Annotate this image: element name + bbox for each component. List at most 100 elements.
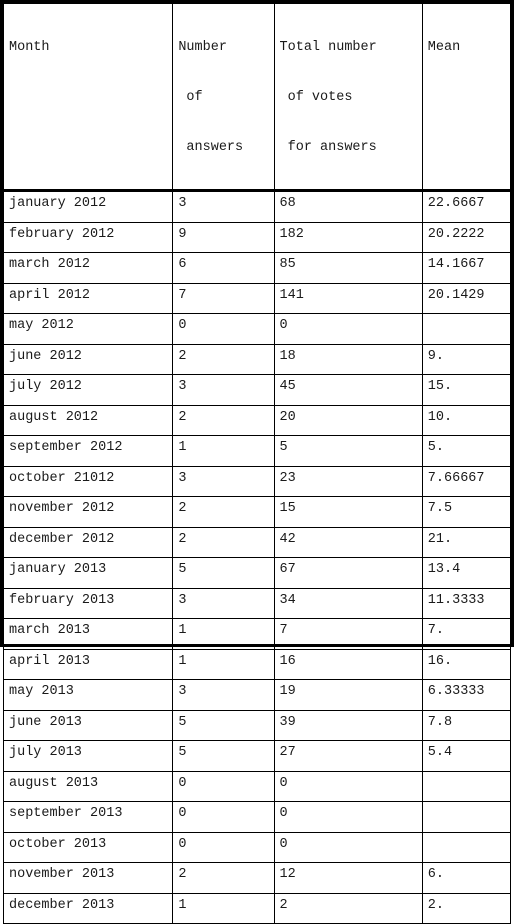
cell-month: january 2012: [2, 190, 174, 223]
cell-mean: [421, 770, 512, 802]
cell-month: january 2013: [2, 557, 174, 589]
cell-mean: 14.1667: [421, 252, 512, 284]
cell-number-of-answers: 3: [172, 190, 275, 223]
table-row: october 21012 3 23 7.66667: [2, 465, 512, 497]
table-row: december 2012 2 42 21.: [2, 526, 512, 558]
cell-month: may 2013: [2, 679, 174, 711]
cell-number-of-answers: 2: [172, 404, 275, 436]
table-row: july 2013 5 27 5.4: [2, 740, 512, 772]
cell-month: july 2013: [2, 740, 174, 772]
cell-month: april 2012: [2, 282, 174, 314]
cell-total-number-of-votes: 34: [273, 587, 423, 619]
cell-number-of-answers: 6: [172, 252, 275, 284]
cell-total-number-of-votes: 12: [273, 862, 423, 894]
table-row: december 2013 1 2 2.: [2, 892, 512, 924]
cell-month: march 2012: [2, 252, 174, 284]
cell-number-of-answers: 0: [172, 831, 275, 863]
table-row: august 2012 2 20 10.: [2, 404, 512, 436]
table-body: january 2012 3 68 22.6667 february 2012 9 182 2…: [2, 190, 512, 924]
cell-total-number-of-votes: 182: [273, 221, 423, 253]
table-row: july 2012 3 45 15.: [2, 374, 512, 406]
cell-mean: 7.: [421, 618, 512, 650]
cell-mean: 2.: [421, 892, 512, 924]
column-header-month-line-1: Month: [9, 40, 50, 55]
cell-mean: 20.1429: [421, 282, 512, 314]
table-row: april 2013 1 16 16.: [2, 648, 512, 680]
cell-month: november 2012: [2, 496, 174, 528]
cell-total-number-of-votes: 39: [273, 709, 423, 741]
cell-mean: [421, 313, 512, 345]
cell-mean: 13.4: [421, 557, 512, 589]
cell-number-of-answers: 2: [172, 862, 275, 894]
cell-total-number-of-votes: 85: [273, 252, 423, 284]
cell-mean: 5.4: [421, 740, 512, 772]
cell-total-number-of-votes: 5: [273, 435, 423, 467]
column-header-answers-line-3: answers: [178, 140, 244, 155]
cell-total-number-of-votes: 2: [273, 892, 423, 924]
cell-number-of-answers: 0: [172, 801, 275, 833]
cell-total-number-of-votes: 67: [273, 557, 423, 589]
cell-total-number-of-votes: 141: [273, 282, 423, 314]
table-row: march 2012 6 85 14.1667: [2, 252, 512, 284]
cell-mean: 21.: [421, 526, 512, 558]
cell-total-number-of-votes: 42: [273, 526, 423, 558]
cell-month: june 2013: [2, 709, 174, 741]
cell-total-number-of-votes: 0: [273, 770, 423, 802]
table-row: may 2013 3 19 6.33333: [2, 679, 512, 711]
column-header-month: Month: [2, 3, 174, 192]
table-row: september 2012 1 5 5.: [2, 435, 512, 467]
table-row: february 2012 9 182 20.2222: [2, 221, 512, 253]
table-row: november 2013 2 12 6.: [2, 862, 512, 894]
cell-month: october 2013: [2, 831, 174, 863]
cell-number-of-answers: 1: [172, 892, 275, 924]
table-header-row: Month Number of answers Total number of …: [2, 3, 512, 192]
cell-month: november 2013: [2, 862, 174, 894]
cell-mean: 22.6667: [421, 190, 512, 223]
cell-month: september 2012: [2, 435, 174, 467]
column-header-answers-line-2: of: [178, 90, 203, 105]
cell-mean: 11.3333: [421, 587, 512, 619]
cell-mean: 9.: [421, 343, 512, 375]
cell-total-number-of-votes: 0: [273, 313, 423, 345]
cell-month: march 2013: [2, 618, 174, 650]
cell-month: april 2013: [2, 648, 174, 680]
table-row: september 2013 0 0: [2, 801, 512, 833]
cell-month: october 21012: [2, 465, 174, 497]
column-header-mean-line-1: Mean: [427, 40, 461, 55]
cell-month: september 2013: [2, 801, 174, 833]
table-row: august 2013 0 0: [2, 770, 512, 802]
cell-total-number-of-votes: 45: [273, 374, 423, 406]
cell-number-of-answers: 3: [172, 679, 275, 711]
cell-month: may 2012: [2, 313, 174, 345]
table-header: Month Number of answers Total number of …: [2, 3, 512, 192]
cell-total-number-of-votes: 27: [273, 740, 423, 772]
cell-number-of-answers: 2: [172, 526, 275, 558]
stats-table-container: Month Number of answers Total number of …: [0, 0, 514, 924]
cell-total-number-of-votes: 18: [273, 343, 423, 375]
monthly-answers-stats-table: Month Number of answers Total number of …: [2, 3, 512, 924]
cell-number-of-answers: 7: [172, 282, 275, 314]
cell-number-of-answers: 1: [172, 648, 275, 680]
cell-total-number-of-votes: 15: [273, 496, 423, 528]
table-row: october 2013 0 0: [2, 831, 512, 863]
table-row: june 2012 2 18 9.: [2, 343, 512, 375]
cell-mean: 16.: [421, 648, 512, 680]
cell-number-of-answers: 0: [172, 313, 275, 345]
table-row: january 2012 3 68 22.6667: [2, 190, 512, 223]
cell-number-of-answers: 5: [172, 740, 275, 772]
cell-total-number-of-votes: 19: [273, 679, 423, 711]
cell-number-of-answers: 3: [172, 587, 275, 619]
cell-mean: 6.33333: [421, 679, 512, 711]
cell-number-of-answers: 0: [172, 770, 275, 802]
cell-total-number-of-votes: 16: [273, 648, 423, 680]
cell-month: february 2013: [2, 587, 174, 619]
cell-number-of-answers: 2: [172, 496, 275, 528]
table-row: june 2013 5 39 7.8: [2, 709, 512, 741]
cell-mean: 20.2222: [421, 221, 512, 253]
cell-number-of-answers: 9: [172, 221, 275, 253]
cell-month: august 2012: [2, 404, 174, 436]
cell-total-number-of-votes: 0: [273, 801, 423, 833]
column-header-mean: Mean: [421, 3, 512, 192]
cell-number-of-answers: 5: [172, 557, 275, 589]
table-row: november 2012 2 15 7.5: [2, 496, 512, 528]
